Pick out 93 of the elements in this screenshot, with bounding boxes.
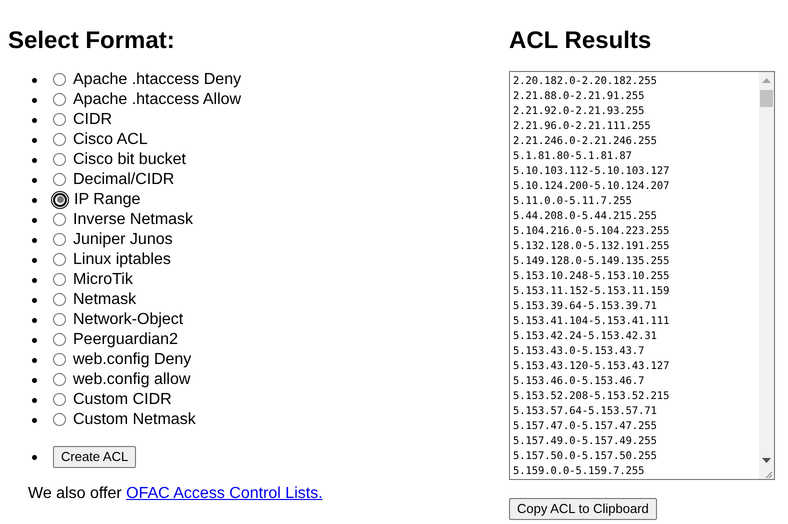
results-textarea[interactable]: [509, 71, 775, 480]
bullet-icon: [32, 318, 37, 322]
option-label[interactable]: Juniper Junos: [73, 230, 173, 250]
radio-button[interactable]: [53, 413, 66, 426]
bullet-icon: [32, 238, 37, 242]
result-line: 5.157.47.0-5.157.47.255: [513, 419, 658, 434]
radio-button[interactable]: [53, 113, 66, 126]
option-label[interactable]: IP Range: [74, 190, 140, 210]
option-label[interactable]: Custom Netmask: [73, 410, 196, 430]
bullet-icon: [32, 454, 37, 460]
result-line: 5.157.50.0-5.157.50.255: [513, 449, 658, 464]
bullet-icon: [32, 418, 37, 422]
option-label[interactable]: Apache .htaccess Deny: [73, 70, 242, 90]
result-line: 2.21.88.0-2.21.91.255: [513, 89, 646, 104]
option-label[interactable]: Cisco ACL: [73, 130, 148, 150]
radio-button[interactable]: [53, 192, 67, 206]
result-line: 5.153.43.120-5.153.43.127: [513, 359, 670, 374]
result-line: 5.153.52.208-5.153.52.215: [513, 389, 670, 404]
option-label[interactable]: Apache .htaccess Allow: [73, 90, 242, 110]
option-label[interactable]: Cisco bit bucket: [73, 150, 186, 170]
result-line: 5.44.208.0-5.44.215.255: [513, 209, 658, 224]
option-label[interactable]: web.config Deny: [73, 350, 192, 370]
radio-button[interactable]: [53, 153, 66, 166]
radio-button[interactable]: [53, 333, 66, 346]
option-label[interactable]: Netmask: [73, 290, 136, 310]
radio-button[interactable]: [53, 273, 66, 286]
result-line: 5.11.0.0-5.11.7.255: [513, 194, 633, 209]
bullet-icon: [32, 338, 37, 342]
result-line: 5.10.103.112-5.10.103.127: [513, 164, 670, 179]
radio-button[interactable]: [53, 173, 66, 186]
result-line: 5.153.41.104-5.153.41.111: [513, 314, 670, 329]
resize-grip-icon[interactable]: [763, 469, 773, 479]
bullet-icon: [32, 378, 37, 382]
option-label[interactable]: Custom CIDR: [73, 390, 172, 410]
result-line: 5.1.81.80-5.1.81.87: [513, 149, 633, 164]
bullet-icon: [32, 358, 37, 362]
radio-button[interactable]: [53, 373, 66, 386]
result-line: 5.153.39.64-5.153.39.71: [513, 299, 658, 314]
create-acl-button[interactable]: Create ACL: [53, 446, 136, 468]
option-label[interactable]: Network-Object: [73, 310, 184, 330]
scroll-down-icon[interactable]: [762, 458, 771, 463]
result-line: 5.157.49.0-5.157.49.255: [513, 434, 658, 449]
ofac-link[interactable]: OFAC Access Control Lists.: [126, 485, 323, 502]
bullet-icon: [32, 118, 37, 122]
result-line: 2.20.182.0-2.20.182.255: [513, 74, 658, 89]
result-line: 5.153.10.248-5.153.10.255: [513, 269, 670, 284]
radio-button[interactable]: [53, 313, 66, 326]
bullet-icon: [32, 98, 37, 102]
bullet-icon: [32, 198, 37, 202]
bullet-icon: [32, 158, 37, 162]
result-line: 5.104.216.0-5.104.223.255: [513, 224, 670, 239]
result-line: 5.153.57.64-5.153.57.71: [513, 404, 658, 419]
bullet-icon: [32, 78, 37, 82]
bullet-icon: [32, 398, 37, 402]
bullet-icon: [32, 138, 37, 142]
result-line: 2.21.92.0-2.21.93.255: [513, 104, 646, 119]
option-label[interactable]: MicroTik: [73, 270, 133, 290]
result-line: 2.21.96.0-2.21.111.255: [513, 119, 652, 134]
scrollbar[interactable]: [759, 72, 774, 479]
option-label[interactable]: web.config allow: [73, 370, 190, 390]
radio-button[interactable]: [53, 393, 66, 406]
result-line: 5.153.43.0-5.153.43.7: [513, 344, 646, 359]
result-line: 5.132.128.0-5.132.191.255: [513, 239, 670, 254]
option-label[interactable]: Peerguardian2: [73, 330, 178, 350]
bullet-icon: [32, 278, 37, 282]
radio-button[interactable]: [53, 73, 66, 86]
result-line: 5.153.46.0-5.153.46.7: [513, 374, 646, 389]
radio-button[interactable]: [53, 233, 66, 246]
copy-to-clipboard-button[interactable]: Copy ACL to Clipboard: [509, 498, 657, 520]
result-line: 5.149.128.0-5.149.135.255: [513, 254, 670, 269]
radio-button[interactable]: [53, 253, 66, 266]
result-line: 5.153.42.24-5.153.42.31: [513, 329, 658, 344]
radio-button[interactable]: [53, 93, 66, 106]
option-label[interactable]: Linux iptables: [73, 250, 171, 270]
radio-button[interactable]: [53, 353, 66, 366]
bullet-icon: [32, 258, 37, 262]
footer-text: We also offer: [28, 485, 123, 502]
bullet-icon: [32, 218, 37, 222]
result-line: 5.153.11.152-5.153.11.159: [513, 284, 670, 299]
result-line: 2.21.246.0-2.21.246.255: [513, 134, 658, 149]
section-heading: ACL Results: [509, 27, 652, 55]
option-label[interactable]: Inverse Netmask: [73, 210, 194, 230]
radio-button[interactable]: [53, 133, 66, 146]
result-line: 5.10.124.200-5.10.124.207: [513, 179, 670, 194]
bullet-icon: [32, 298, 37, 302]
radio-button[interactable]: [53, 293, 66, 306]
scrollbar-thumb[interactable]: [760, 90, 773, 107]
radio-button[interactable]: [53, 213, 66, 226]
section-heading: Select Format:: [8, 27, 176, 55]
result-line: 5.159.0.0-5.159.7.255: [513, 464, 646, 479]
option-label[interactable]: CIDR: [73, 110, 112, 130]
bullet-icon: [32, 178, 37, 182]
option-label[interactable]: Decimal/CIDR: [73, 170, 174, 190]
